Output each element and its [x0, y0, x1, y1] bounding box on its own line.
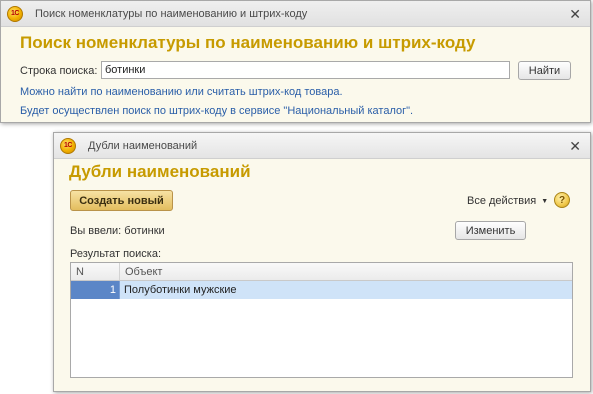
column-header-n[interactable]: N — [71, 263, 120, 280]
app-logo-icon: 1С — [7, 5, 23, 22]
change-button[interactable]: Изменить — [455, 221, 526, 240]
table-header: N Объект — [71, 263, 572, 281]
cell-n: 1 — [71, 281, 120, 299]
page-title: Поиск номенклатуры по наименованию и штр… — [20, 33, 476, 52]
duplicates-window: 1С Дубли наименований ✕ Дубли наименован… — [53, 132, 591, 392]
column-header-object[interactable]: Объект — [120, 263, 572, 280]
results-table: N Объект 1 Полуботинки мужские — [70, 262, 573, 378]
search-label: Строка поиска: — [20, 65, 98, 77]
page-title: Дубли наименований — [69, 162, 251, 181]
table-row[interactable]: 1 Полуботинки мужские — [71, 281, 572, 299]
cell-object: Полуботинки мужские — [120, 281, 572, 299]
duplicates-window-titlebar[interactable]: 1С Дубли наименований ✕ — [54, 133, 590, 159]
hint-text-1: Можно найти по наименованию или считать … — [20, 86, 343, 98]
window-title: Дубли наименований — [88, 139, 198, 152]
app-logo-icon: 1С — [60, 137, 76, 154]
search-input[interactable] — [101, 61, 510, 79]
all-actions-label: Все действия — [467, 195, 537, 207]
hint-text-2: Будет осуществлен поиск по штрих-коду в … — [20, 105, 414, 117]
window-title: Поиск номенклатуры по наименованию и штр… — [35, 7, 308, 20]
all-actions-menu[interactable]: Все действия ▼ — [467, 195, 548, 207]
help-icon[interactable]: ? — [554, 192, 570, 208]
search-window-titlebar[interactable]: 1С Поиск номенклатуры по наименованию и … — [1, 1, 590, 27]
caret-down-icon: ▼ — [541, 197, 549, 205]
find-button[interactable]: Найти — [518, 61, 571, 80]
results-label: Результат поиска: — [70, 248, 162, 260]
entered-value-label: Вы ввели: ботинки — [70, 225, 165, 237]
close-icon[interactable]: ✕ — [569, 138, 581, 154]
close-icon[interactable]: ✕ — [569, 6, 581, 22]
search-window: 1С Поиск номенклатуры по наименованию и … — [0, 0, 591, 123]
create-new-button[interactable]: Создать новый — [70, 190, 173, 211]
